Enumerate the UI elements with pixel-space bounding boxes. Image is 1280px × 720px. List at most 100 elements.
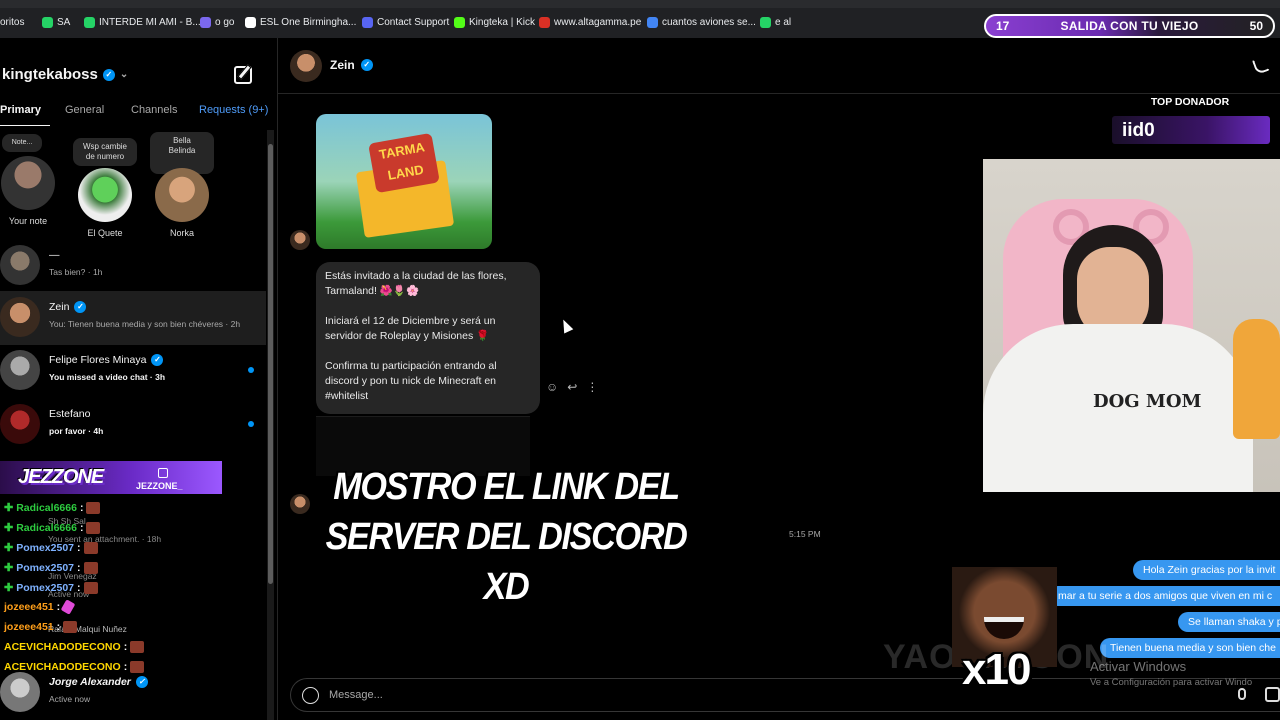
reply-icon[interactable]: ↩ bbox=[567, 380, 577, 394]
note-el-quete[interactable]: Wsp cambie de numero El Quete bbox=[73, 138, 137, 238]
chat-username: Pomex2507 bbox=[16, 541, 75, 554]
outgoing-message[interactable]: mar a tu serie a dos amigos que viven en… bbox=[1048, 586, 1280, 606]
unread-dot-icon bbox=[248, 367, 254, 373]
gallery-icon[interactable] bbox=[1265, 687, 1280, 702]
scrollbar-thumb[interactable] bbox=[268, 144, 273, 584]
subscriber-badge-icon: ✚ bbox=[4, 522, 14, 534]
bookmark-item[interactable]: cuantos aviones se... bbox=[647, 17, 756, 28]
avatar bbox=[0, 297, 40, 337]
conversation-name: Felipe Flores Minaya ✓ bbox=[49, 354, 164, 366]
bookmark-item[interactable]: INTERDE MI AMI - B... bbox=[84, 17, 201, 28]
conversation-row[interactable]: Felipe Flores Minaya ✓ You missed a video… bbox=[0, 344, 266, 398]
goal-target: 50 bbox=[1249, 19, 1263, 33]
chat-username: ACEVICHADODECONO bbox=[4, 661, 121, 673]
message-paragraph: Confirma tu participación entrando al di… bbox=[325, 360, 497, 402]
bookmark-label: SA bbox=[57, 17, 71, 28]
conversation-preview: You missed a video chat · 3h bbox=[49, 372, 166, 382]
bookmark-favicon-icon bbox=[760, 17, 771, 28]
stream-chat-line: ✚ Radical6666: bbox=[4, 521, 101, 534]
chat-separator: : bbox=[79, 521, 84, 534]
message-input[interactable] bbox=[329, 686, 1029, 704]
bookmark-favicon-icon bbox=[362, 17, 373, 28]
conversation-row[interactable]: Jorge Alexander ✓ Active now bbox=[0, 666, 266, 720]
new-message-icon[interactable] bbox=[234, 66, 252, 84]
chat-username: ACEVICHADODECONO bbox=[4, 641, 121, 653]
outgoing-message[interactable]: Tienen buena media y son bien che bbox=[1100, 638, 1280, 658]
message-timestamp: 5:15 PM bbox=[789, 529, 821, 539]
outgoing-message[interactable]: Se llaman shaka y p bbox=[1178, 612, 1280, 632]
more-icon[interactable]: ⋮ bbox=[586, 380, 598, 394]
note-your[interactable]: Note... Your note bbox=[0, 134, 60, 226]
message-paragraph: Iniciará el 12 de Diciembre y será un se… bbox=[325, 315, 496, 342]
chat-separator: : bbox=[123, 641, 128, 653]
unread-dot-icon bbox=[248, 421, 254, 427]
conversation-preview: por favor · 4h bbox=[49, 426, 104, 436]
bookmark-item[interactable]: oritos bbox=[0, 17, 24, 28]
bookmark-item[interactable]: o go bbox=[200, 17, 234, 28]
bookmark-item[interactable]: e al bbox=[760, 17, 791, 28]
tab-requests[interactable]: Requests (9+) bbox=[199, 104, 268, 116]
conversation-row[interactable]: — Tas bien? · 1h bbox=[0, 239, 266, 293]
chat-username: Radical6666 bbox=[16, 501, 77, 514]
bookmark-item[interactable]: Contact Support bbox=[362, 17, 449, 28]
chevron-down-icon: ⌄ bbox=[119, 69, 129, 80]
chat-separator: : bbox=[123, 661, 128, 673]
chat-separator: : bbox=[77, 541, 81, 554]
emoji-icon[interactable] bbox=[302, 687, 319, 704]
conversation-name: Estefano bbox=[49, 408, 91, 420]
bookmark-label: e al bbox=[775, 17, 792, 28]
chat-emote-icon bbox=[83, 541, 98, 554]
conversation-row[interactable]: Estefano por favor · 4h bbox=[0, 398, 266, 452]
note-bubble: Wsp cambie de numero bbox=[73, 138, 137, 166]
microphone-icon[interactable] bbox=[1238, 688, 1246, 700]
contact-name[interactable]: Zein ✓ bbox=[330, 58, 373, 72]
conversation-name: — bbox=[49, 249, 60, 261]
bookmark-item[interactable]: SA bbox=[42, 17, 70, 28]
meme-multiplier: x10 bbox=[962, 645, 1031, 694]
subscriber-badge-icon: ✚ bbox=[4, 542, 14, 554]
bookmark-item[interactable]: ESL One Birmingha... bbox=[245, 17, 356, 28]
avatar bbox=[0, 245, 40, 285]
tab-primary[interactable]: Primary bbox=[0, 104, 41, 116]
top-donor-box: iid0 bbox=[1112, 116, 1270, 144]
stream-logo: JEZZONE bbox=[18, 466, 104, 488]
message-bubble[interactable]: Estás invitado a la ciudad de las flores… bbox=[316, 262, 540, 414]
bookmark-label: www.altagamma.pe bbox=[554, 17, 642, 28]
stream-chat-line: ACEVICHADODECONO: bbox=[4, 661, 145, 673]
bookmark-item[interactable]: Kingteka | Kick bbox=[454, 17, 535, 28]
stream-chat-line: ✚ Pomex2507: bbox=[4, 541, 98, 554]
tab-channels[interactable]: Channels bbox=[131, 104, 177, 116]
react-icon[interactable]: ☺ bbox=[546, 380, 558, 394]
note-norka[interactable]: Bella Belinda Norka bbox=[150, 132, 214, 238]
subscriber-badge-icon: ✚ bbox=[4, 502, 14, 514]
account-username: kingtekaboss bbox=[2, 66, 98, 83]
twitch-icon bbox=[158, 468, 168, 478]
contact-avatar[interactable] bbox=[290, 50, 322, 82]
chat-separator: : bbox=[56, 621, 61, 633]
avatar bbox=[1, 156, 55, 210]
message-actions: ☺ ↩ ⋮ bbox=[546, 380, 598, 394]
tab-general[interactable]: General bbox=[65, 104, 104, 116]
bookmark-item[interactable]: www.altagamma.pe bbox=[539, 17, 641, 28]
chat-separator: : bbox=[79, 501, 84, 514]
goal-title: SALIDA CON TU VIEJO bbox=[1060, 19, 1199, 33]
bookmark-label: INTERDE MI AMI - B... bbox=[99, 17, 201, 28]
bookmark-favicon-icon bbox=[647, 17, 658, 28]
url-bar[interactable] bbox=[0, 0, 1280, 8]
note-name: Norka bbox=[169, 228, 194, 238]
outgoing-message[interactable]: Hola Zein gracias por la invit bbox=[1133, 560, 1280, 580]
conversation-row-zein[interactable]: Zein ✓ You: Tienen buena media y son bien… bbox=[0, 291, 266, 345]
verified-badge-icon: ✓ bbox=[135, 676, 148, 688]
chat-header: Zein ✓ bbox=[278, 38, 1280, 94]
avatar bbox=[0, 404, 40, 444]
sender-avatar bbox=[290, 230, 310, 250]
chat-username: jozeee451 bbox=[4, 621, 54, 633]
message-paragraph: Estás invitado a la ciudad de las flores… bbox=[325, 270, 507, 297]
avatar bbox=[155, 168, 209, 222]
chat-emote-icon bbox=[130, 661, 145, 673]
chat-username: jozeee451 bbox=[4, 601, 54, 613]
sidebar-scrollbar[interactable] bbox=[267, 130, 274, 720]
account-switcher[interactable]: kingtekaboss ✓ ⌄ bbox=[2, 66, 128, 83]
bookmark-label: o go bbox=[215, 17, 235, 28]
message-image[interactable]: TARMA LAND bbox=[316, 114, 492, 249]
